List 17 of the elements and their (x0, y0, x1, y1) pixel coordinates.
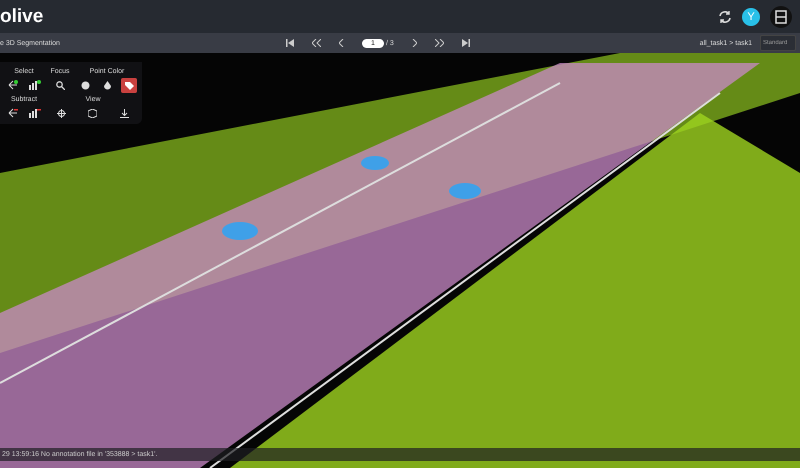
bars-select-icon[interactable] (28, 80, 40, 90)
bars-subtract-icon[interactable] (28, 108, 40, 118)
right-chevron-icon[interactable] (412, 39, 417, 47)
crosshair-icon[interactable] (57, 108, 66, 118)
circle-icon (80, 80, 90, 90)
search-icon[interactable] (56, 80, 64, 90)
double-right-chevron-icon[interactable] (434, 39, 444, 47)
double-left-chevron-icon[interactable] (312, 39, 321, 47)
refresh-icon[interactable] (718, 10, 732, 24)
drop-icon (102, 80, 112, 90)
first-page-icon[interactable] (286, 39, 294, 47)
last-page-icon[interactable] (462, 39, 470, 47)
app-title: olive (0, 6, 44, 28)
tag-icon (124, 80, 134, 90)
left-chevron-icon[interactable] (339, 39, 344, 47)
tag-button[interactable] (121, 78, 137, 92)
download-icon[interactable] (120, 108, 129, 118)
